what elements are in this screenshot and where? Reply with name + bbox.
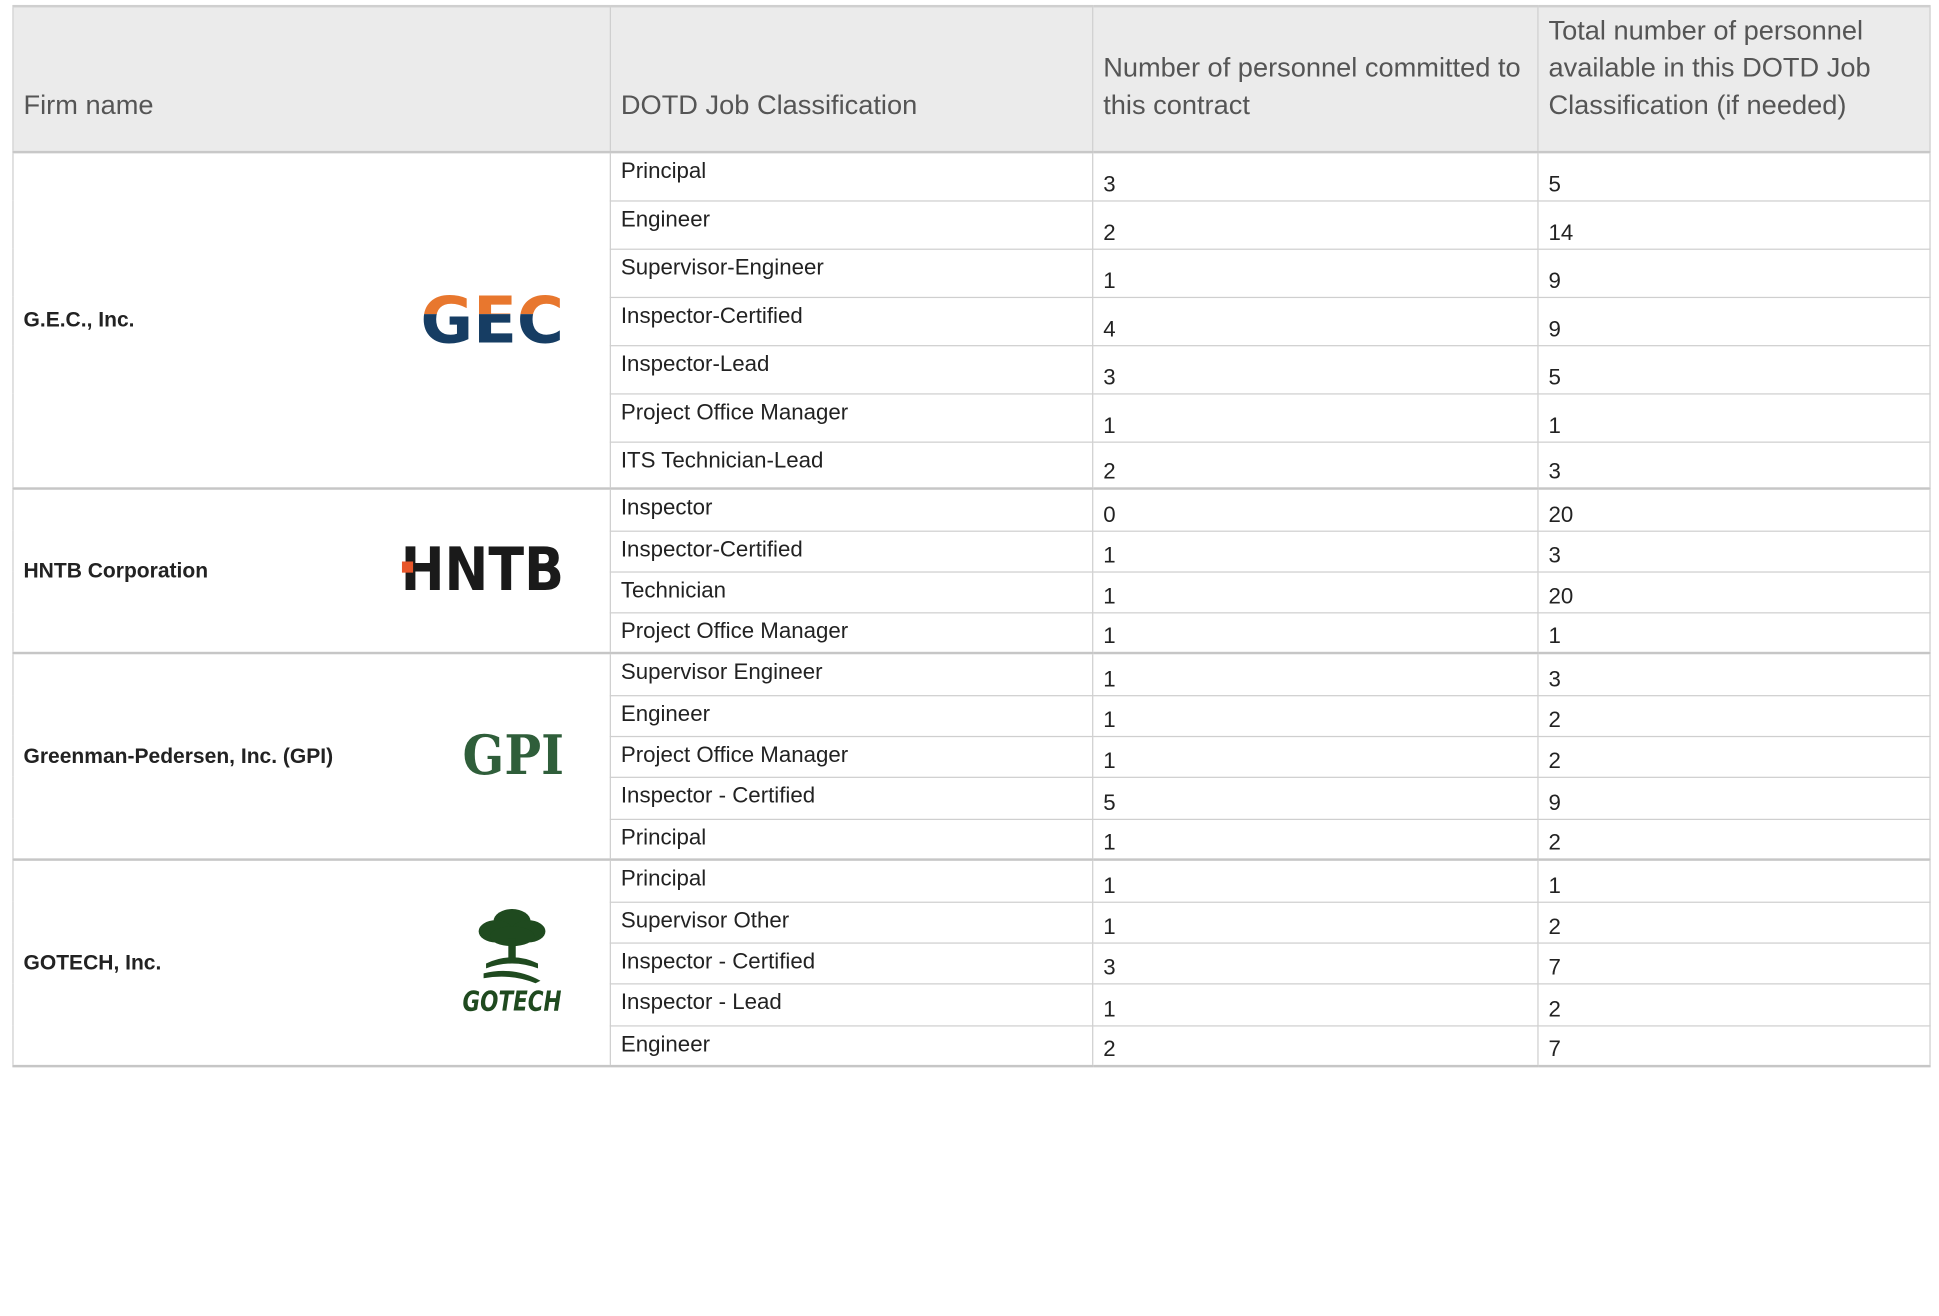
hntb-logo: HNTB xyxy=(401,535,564,604)
personnel-total-cell: 2 xyxy=(1537,901,1931,944)
personnel-committed-cell: 0 xyxy=(1092,487,1539,532)
personnel-total-cell: 2 xyxy=(1537,694,1931,737)
personnel-committed-cell: 5 xyxy=(1092,776,1539,820)
job-classification-cell: Inspector - Lead xyxy=(609,982,1094,1026)
personnel-committed-cell: 3 xyxy=(1092,941,1539,984)
header-personnel-total: Total number of personnel available in t… xyxy=(1537,4,1931,154)
personnel-committed-cell: 3 xyxy=(1092,344,1539,394)
gec-logo: GEC GEC xyxy=(421,291,564,343)
job-classification-cell: Inspector-Certified xyxy=(609,529,1094,573)
personnel-total-cell: 3 xyxy=(1537,529,1931,573)
firm-logo: GPI xyxy=(461,723,565,787)
job-classification-cell: Technician xyxy=(609,570,1094,613)
personnel-committed-cell: 2 xyxy=(1092,199,1539,250)
personnel-committed-cell: 1 xyxy=(1092,735,1539,778)
personnel-total-cell: 9 xyxy=(1537,296,1931,346)
job-classification-cell: Inspector-Lead xyxy=(609,344,1094,394)
personnel-committed-cell: 2 xyxy=(1092,1024,1539,1068)
table-row: Greenman-Pedersen, Inc. (GPI) GPI Superv… xyxy=(12,652,1931,861)
personnel-total-cell: 3 xyxy=(1537,652,1931,696)
firm-cell: Greenman-Pedersen, Inc. (GPI) GPI xyxy=(12,652,611,861)
job-classification-cell: Engineer xyxy=(609,694,1094,737)
header-personnel-committed: Number of personnel committed to this co… xyxy=(1092,4,1539,154)
personnel-total-cell: 1 xyxy=(1537,392,1931,443)
personnel-total-cell: 3 xyxy=(1537,440,1931,490)
header-row: Firm name DOTD Job Classification Number… xyxy=(12,4,1931,154)
job-classification-cell: Supervisor Engineer xyxy=(609,652,1094,696)
job-classification-cell: Inspector - Certified xyxy=(609,941,1094,984)
personnel-committed-cell: 1 xyxy=(1092,982,1539,1026)
header-job-classification: DOTD Job Classification xyxy=(609,4,1094,154)
personnel-total-cell: 2 xyxy=(1537,818,1931,861)
personnel-committed-cell: 1 xyxy=(1092,529,1539,573)
personnel-total-cell: 9 xyxy=(1537,247,1931,298)
firm-logo: HNTB xyxy=(399,535,565,604)
firm-name: Greenman-Pedersen, Inc. (GPI) xyxy=(23,743,334,768)
personnel-committed-cell: 1 xyxy=(1092,247,1539,298)
firm-logo: GOTECH xyxy=(459,904,565,1021)
personnel-total-cell: 7 xyxy=(1537,1024,1931,1068)
svg-text:HNTB: HNTB xyxy=(401,543,564,592)
personnel-total-cell: 2 xyxy=(1537,735,1931,778)
job-classification-cell: Inspector xyxy=(609,487,1094,532)
personnel-total-cell: 1 xyxy=(1537,611,1931,655)
gotech-logo: GOTECH xyxy=(463,909,562,1017)
personnel-committed-cell: 1 xyxy=(1092,818,1539,861)
personnel-committed-cell: 1 xyxy=(1092,392,1539,443)
personnel-committed-cell: 1 xyxy=(1092,858,1539,903)
job-classification-cell: Principal xyxy=(609,151,1094,201)
job-classification-cell: Engineer xyxy=(609,1024,1094,1068)
personnel-table: Firm name DOTD Job Classification Number… xyxy=(12,4,1931,1068)
personnel-total-cell: 20 xyxy=(1537,487,1931,532)
personnel-total-cell: 5 xyxy=(1537,344,1931,394)
firm-cell: G.E.C., Inc. GEC GEC xyxy=(12,151,611,490)
firm-name: GOTECH, Inc. xyxy=(23,950,162,974)
table-row: HNTB Corporation HNTB Inspector 0 20 xyxy=(12,487,1931,655)
firm-logo: GEC GEC xyxy=(419,291,565,349)
job-classification-cell: Engineer xyxy=(609,199,1094,250)
job-classification-cell: Principal xyxy=(609,858,1094,903)
firm-name: G.E.C., Inc. xyxy=(23,307,135,332)
header-firm-name: Firm name xyxy=(12,4,611,154)
firm-name: HNTB Corporation xyxy=(23,558,209,582)
personnel-committed-cell: 1 xyxy=(1092,611,1539,655)
job-classification-cell: Supervisor-Engineer xyxy=(609,247,1094,298)
job-classification-cell: Principal xyxy=(609,818,1094,861)
personnel-committed-cell: 1 xyxy=(1092,694,1539,737)
personnel-committed-cell: 2 xyxy=(1092,440,1539,490)
job-classification-cell: Project Office Manager xyxy=(609,392,1094,443)
job-classification-cell: Inspector-Certified xyxy=(609,296,1094,346)
personnel-total-cell: 1 xyxy=(1537,858,1931,903)
personnel-committed-cell: 4 xyxy=(1092,296,1539,346)
personnel-total-cell: 2 xyxy=(1537,982,1931,1026)
job-classification-cell: ITS Technician-Lead xyxy=(609,440,1094,490)
gpi-logo: GPI xyxy=(463,723,564,787)
svg-text:GPI: GPI xyxy=(463,728,564,777)
firm-cell: GOTECH, Inc. GOTECH xyxy=(12,858,611,1068)
job-classification-cell: Project Office Manager xyxy=(609,735,1094,778)
personnel-total-cell: 20 xyxy=(1537,570,1931,613)
table-row: G.E.C., Inc. GEC GEC Principal 3 5 xyxy=(12,151,1931,490)
personnel-total-cell: 5 xyxy=(1537,151,1931,201)
job-classification-cell: Supervisor Other xyxy=(609,901,1094,944)
job-classification-cell: Project Office Manager xyxy=(609,611,1094,655)
personnel-committed-cell: 1 xyxy=(1092,901,1539,944)
table-row: GOTECH, Inc. GOTECH Principal 1 1 xyxy=(12,858,1931,1068)
personnel-total-cell: 7 xyxy=(1537,941,1931,984)
table-body: G.E.C., Inc. GEC GEC Principal 3 5 Engineer… xyxy=(12,151,1931,1068)
svg-text:GOTECH: GOTECH xyxy=(463,986,562,1015)
firm-cell: HNTB Corporation HNTB xyxy=(12,487,611,655)
personnel-total-cell: 9 xyxy=(1537,776,1931,820)
personnel-total-cell: 14 xyxy=(1537,199,1931,250)
personnel-committed-cell: 3 xyxy=(1092,151,1539,201)
personnel-committed-cell: 1 xyxy=(1092,570,1539,613)
job-classification-cell: Inspector - Certified xyxy=(609,776,1094,820)
personnel-committed-cell: 1 xyxy=(1092,652,1539,696)
